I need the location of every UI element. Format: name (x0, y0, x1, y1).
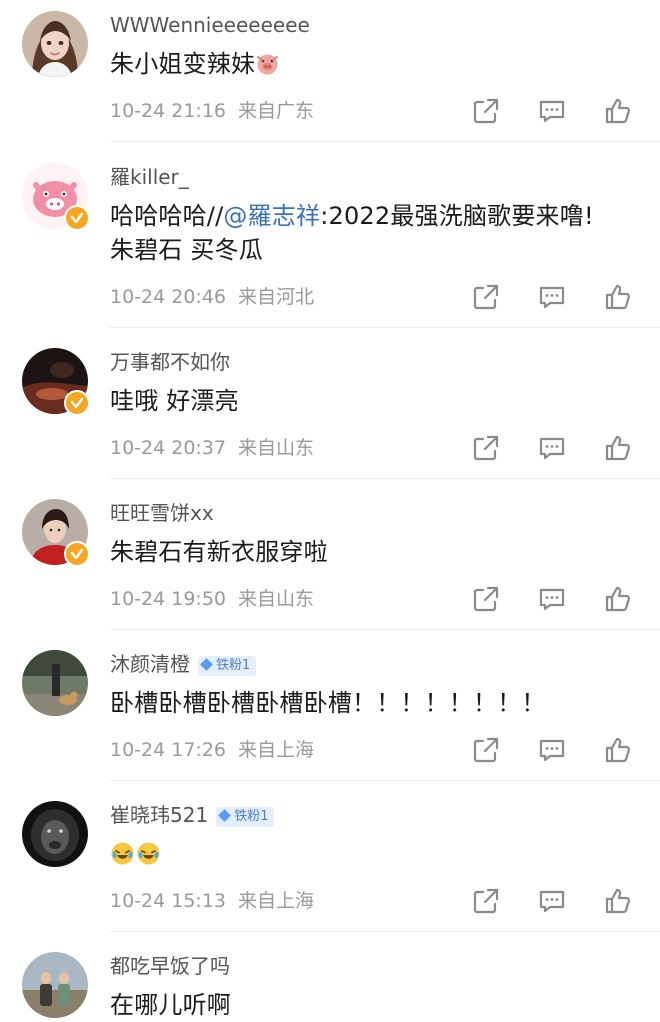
comment-text: 哈哈哈哈//@羅志祥:2022最强洗脑歌要来噜! 朱碧石 买冬瓜 (110, 202, 594, 264)
share-icon[interactable] (470, 432, 502, 464)
username[interactable]: 旺旺雪饼xx (110, 500, 214, 526)
comment-meta: 10-24 20:37 来自山东 (110, 436, 314, 460)
share-icon[interactable] (470, 583, 502, 615)
comment-text (110, 837, 640, 871)
comment-icon[interactable] (536, 885, 568, 917)
comment-location: 来自山东 (238, 437, 315, 459)
comment-text: 朱小姐变辣妹 (110, 47, 640, 81)
like-icon[interactable] (602, 885, 634, 917)
like-icon[interactable] (602, 95, 634, 127)
comment-icon[interactable] (536, 95, 568, 127)
divider (110, 478, 660, 479)
share-icon[interactable] (470, 734, 502, 766)
fan-badge[interactable]: 铁粉1 (216, 807, 275, 827)
username: 沐颜清橙 铁粉1 (110, 651, 257, 677)
comment-icon[interactable] (536, 281, 568, 313)
comment-meta: 10-24 17:26 来自上海 (110, 738, 314, 762)
comment-date: 10-24 21:16 (110, 100, 227, 122)
verified-icon (64, 390, 90, 416)
username-text[interactable]: 崔晓玮521 (110, 803, 208, 827)
comment-date: 10-24 15:13 (110, 890, 227, 912)
like-icon[interactable] (602, 734, 634, 766)
comment-location: 来自山东 (238, 588, 315, 610)
diamond-icon (200, 658, 213, 671)
girl-avatar-icon[interactable] (22, 11, 88, 77)
divider (110, 141, 660, 142)
comment-date: 10-24 17:26 (110, 739, 227, 761)
username-text[interactable]: 沐颜清橙 (110, 652, 190, 676)
divider (110, 931, 660, 932)
comment-item: 万事都不如你 哇哦 好漂亮 10-24 20:37 来自山东 (0, 337, 660, 479)
like-icon[interactable] (602, 432, 634, 464)
fan-badge[interactable]: 铁粉1 (198, 656, 257, 676)
comment-date: 10-24 20:37 (110, 437, 227, 459)
divider (110, 780, 660, 781)
comment-icon[interactable] (536, 583, 568, 615)
comment-item: 沐颜清橙 铁粉1 卧槽卧槽卧槽卧槽卧槽！！！！！！！！ 10-24 17:26 来自… (0, 639, 660, 781)
comment-text: 哇哦 好漂亮 (110, 387, 239, 415)
verified-icon (64, 541, 90, 567)
share-icon[interactable] (470, 885, 502, 917)
comment-item: 都吃早饭了吗 在哪儿听啊 (0, 941, 660, 1021)
diamond-icon (218, 809, 232, 822)
username[interactable]: WWWennieeeeeeee (110, 12, 310, 38)
comment-location: 来自上海 (238, 739, 315, 761)
mention-link[interactable]: @羅志祥 (223, 202, 320, 230)
share-icon[interactable] (470, 281, 502, 313)
username[interactable]: 万事都不如你 (110, 349, 230, 375)
comment-location: 来自上海 (238, 890, 315, 912)
comment-date: 10-24 19:50 (110, 588, 227, 610)
divider (110, 629, 660, 630)
like-icon[interactable] (602, 583, 634, 615)
comment-icon[interactable] (536, 734, 568, 766)
comment-item: 羅killer_ 哈哈哈哈//@羅志祥:2022最强洗脑歌要来噜! 朱碧石 买冬… (0, 152, 660, 328)
username[interactable]: 都吃早饭了吗 (110, 953, 230, 979)
comment-text: 在哪儿听啊 (110, 991, 231, 1019)
crying-laughing-emoji (136, 841, 161, 866)
dog-street-avatar-icon[interactable] (22, 650, 88, 716)
comment-location: 来自广东 (238, 100, 315, 122)
username: 崔晓玮521 铁粉1 (110, 802, 275, 828)
comment-meta: 10-24 20:46 来自河北 (110, 285, 314, 309)
comment-meta: 10-24 19:50 来自山东 (110, 587, 314, 611)
couple-photo-avatar-icon[interactable] (22, 952, 88, 1018)
comment-location: 来自河北 (238, 286, 315, 308)
comment-item: 崔晓玮521 铁粉1 10-24 15:13 来自上海 (0, 790, 660, 932)
comment-meta: 10-24 15:13 来自上海 (110, 889, 314, 913)
username[interactable]: 羅killer_ (110, 164, 189, 190)
comment-item: WWWennieeeeeeee 朱小姐变辣妹 10-24 21:16 来自广东 (0, 0, 660, 142)
comment-text: 卧槽卧槽卧槽卧槽卧槽！！！！！！！！ (110, 689, 546, 717)
comment-date: 10-24 20:46 (110, 286, 227, 308)
comment-text: 朱碧石有新衣服穿啦 (110, 538, 328, 566)
comment-meta: 10-24 21:16 来自广东 (110, 99, 314, 123)
comment-feed: WWWennieeeeeeee 朱小姐变辣妹 10-24 21:16 来自广东 (0, 0, 660, 1021)
comment-icon[interactable] (536, 432, 568, 464)
divider (110, 327, 660, 328)
verified-icon (64, 205, 90, 231)
pig-emoji (255, 51, 280, 76)
lion-avatar-icon[interactable] (22, 801, 88, 867)
share-icon[interactable] (470, 95, 502, 127)
crying-laughing-emoji (110, 841, 135, 866)
like-icon[interactable] (602, 281, 634, 313)
comment-item: 旺旺雪饼xx 朱碧石有新衣服穿啦 10-24 19:50 来自山东 (0, 488, 660, 630)
